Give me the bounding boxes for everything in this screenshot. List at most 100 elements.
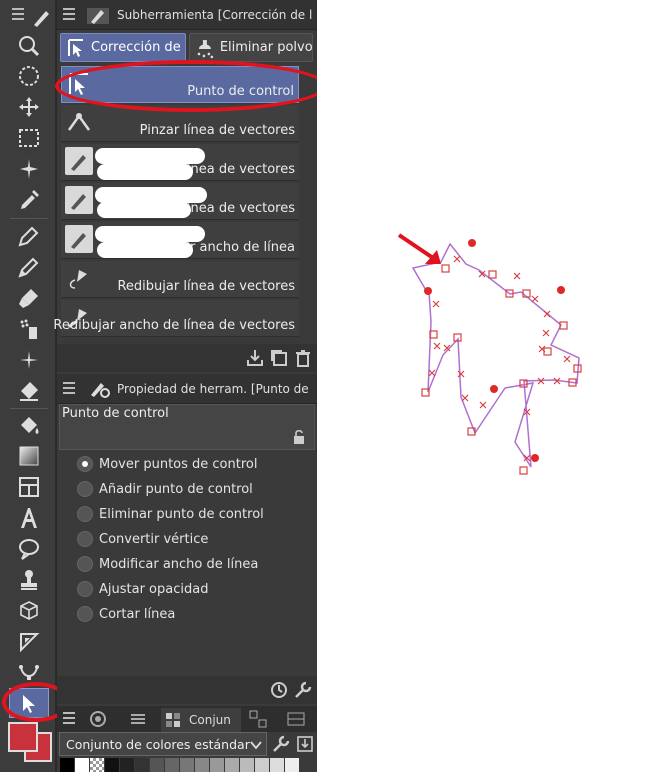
option-anadir-punto[interactable]: Añadir punto de control bbox=[77, 477, 253, 501]
color-swatch-row bbox=[60, 758, 300, 772]
zoom-tool-icon[interactable] bbox=[9, 31, 49, 61]
color-swatch[interactable] bbox=[105, 758, 119, 772]
ruler-tool-icon[interactable] bbox=[9, 627, 49, 657]
gradient-tool-icon[interactable] bbox=[9, 441, 49, 471]
control-points bbox=[421, 255, 582, 475]
simplify-vector-icon bbox=[65, 147, 93, 175]
color-panel-tabbar: Conjun bbox=[57, 706, 317, 732]
connect-vector-icon bbox=[65, 186, 93, 214]
drawing-canvas[interactable] bbox=[317, 0, 648, 772]
radio-button[interactable] bbox=[77, 456, 93, 472]
color-wheel-tab-icon[interactable] bbox=[89, 710, 107, 728]
approximate-color-tab-icon[interactable] bbox=[287, 710, 305, 728]
color-swatch[interactable] bbox=[180, 758, 194, 772]
color-swatch[interactable] bbox=[270, 758, 284, 772]
airbrush-tool-icon[interactable] bbox=[9, 314, 49, 344]
property-menu-icon[interactable] bbox=[63, 382, 75, 395]
fill-tool-icon[interactable] bbox=[9, 411, 49, 441]
panel-menu-icon[interactable] bbox=[63, 8, 75, 21]
color-slider-tab-icon[interactable] bbox=[129, 710, 147, 728]
dust-removal-icon bbox=[197, 39, 214, 58]
radio-button[interactable] bbox=[77, 606, 93, 622]
copy-subtool-icon[interactable] bbox=[269, 348, 289, 368]
toolbar-menu-icon[interactable] bbox=[12, 8, 24, 21]
brush-tab-icon[interactable] bbox=[30, 2, 54, 32]
tab-correccion[interactable]: Corrección de l bbox=[60, 33, 186, 62]
brush-tool-icon[interactable] bbox=[9, 283, 49, 313]
tab-color-set[interactable]: Conjun bbox=[161, 708, 241, 732]
red-arrow-icon bbox=[397, 233, 441, 264]
pen-tool-icon[interactable] bbox=[9, 221, 49, 251]
text-tool-icon[interactable] bbox=[9, 503, 49, 533]
tool-name-box: Punto de control bbox=[59, 404, 315, 450]
import-color-icon[interactable] bbox=[295, 734, 315, 754]
frame-border-tool-icon[interactable] bbox=[9, 472, 49, 502]
download-subtool-icon[interactable] bbox=[245, 348, 265, 368]
wrench-color-icon[interactable] bbox=[271, 734, 291, 754]
reset-icon[interactable] bbox=[269, 680, 289, 700]
redraw-vector-icon bbox=[69, 270, 87, 289]
color-swatch[interactable] bbox=[135, 758, 149, 772]
move-tool-icon[interactable] bbox=[9, 92, 49, 122]
vector-drawing bbox=[397, 233, 582, 475]
pencil-tool-icon[interactable] bbox=[9, 252, 49, 282]
option-cortar-linea[interactable]: Cortar línea bbox=[77, 602, 175, 626]
selection-tool-icon[interactable] bbox=[9, 123, 49, 153]
radio-button[interactable] bbox=[77, 556, 93, 572]
property-footer bbox=[57, 676, 317, 704]
lasso-tool-icon[interactable] bbox=[9, 61, 49, 91]
color-swatch[interactable] bbox=[285, 758, 299, 772]
color-swatch[interactable] bbox=[150, 758, 164, 772]
option-modificar-ancho[interactable]: Modificar ancho de línea bbox=[77, 552, 258, 576]
subtool-footer bbox=[57, 344, 317, 372]
main-color-swatch[interactable] bbox=[8, 722, 38, 752]
delete-subtool-icon[interactable] bbox=[293, 348, 313, 368]
subtool-item-redibujar[interactable]: Redibujar línea de vectores bbox=[61, 261, 299, 298]
color-swatch[interactable] bbox=[120, 758, 134, 772]
color-swatch[interactable] bbox=[210, 758, 224, 772]
stamp-tool-icon[interactable] bbox=[9, 565, 49, 595]
color-set-icon bbox=[166, 713, 180, 727]
option-mover-puntos[interactable]: Mover puntos de control bbox=[77, 452, 257, 476]
color-swatch[interactable] bbox=[195, 758, 209, 772]
color-set-select[interactable]: Conjunto de colores estándar bbox=[59, 732, 267, 756]
option-ajustar-opacidad[interactable]: Ajustar opacidad bbox=[77, 577, 208, 601]
color-swatch[interactable] bbox=[165, 758, 179, 772]
color-swatch[interactable] bbox=[240, 758, 254, 772]
decoration-tool-icon[interactable] bbox=[9, 345, 49, 375]
radio-button[interactable] bbox=[77, 506, 93, 522]
overpaint-scribble bbox=[97, 242, 193, 258]
color-swatch[interactable] bbox=[90, 758, 104, 772]
auto-select-tool-icon[interactable] bbox=[9, 154, 49, 184]
subtool-panel-icon bbox=[87, 8, 109, 24]
balloon-tool-icon[interactable] bbox=[9, 534, 49, 564]
correct-line-width-icon bbox=[65, 225, 93, 253]
lock-icon[interactable] bbox=[292, 429, 306, 445]
radio-button[interactable] bbox=[77, 531, 93, 547]
subtool-panel-header: Subherramienta [Corrección de líne bbox=[57, 0, 317, 30]
control-point-tab-icon bbox=[68, 38, 83, 57]
color-menu-icon[interactable] bbox=[63, 712, 75, 725]
pinch-vector-icon bbox=[67, 113, 91, 131]
color-swatch[interactable] bbox=[75, 758, 89, 772]
overpaint-scribble bbox=[95, 148, 205, 164]
overpaint-scribble bbox=[97, 202, 191, 218]
option-convertir-vertice[interactable]: Convertir vértice bbox=[77, 527, 208, 551]
overpaint-scribble bbox=[95, 226, 205, 242]
chevron-down-icon bbox=[250, 741, 262, 750]
color-swatch[interactable] bbox=[60, 758, 74, 772]
subtool-panel-title: Subherramienta [Corrección de líne bbox=[117, 8, 313, 22]
wrench-settings-icon[interactable] bbox=[293, 680, 313, 700]
subtool-item-redibujar-ancho[interactable]: Redibujar ancho de línea de vectores bbox=[53, 300, 299, 337]
tab-eliminar-polvo[interactable]: Eliminar polvo bbox=[189, 33, 313, 62]
radio-button[interactable] bbox=[77, 481, 93, 497]
intermediate-color-tab-icon[interactable] bbox=[249, 710, 267, 728]
tool-property-icon bbox=[91, 383, 110, 398]
option-eliminar-punto[interactable]: Eliminar punto de control bbox=[77, 502, 264, 526]
color-swatch[interactable] bbox=[225, 758, 239, 772]
eyedropper-tool-icon[interactable] bbox=[9, 185, 49, 215]
color-swatch[interactable] bbox=[255, 758, 269, 772]
eraser-tool-icon[interactable] bbox=[9, 376, 49, 406]
3d-object-tool-icon[interactable] bbox=[9, 596, 49, 626]
radio-button[interactable] bbox=[77, 581, 93, 597]
